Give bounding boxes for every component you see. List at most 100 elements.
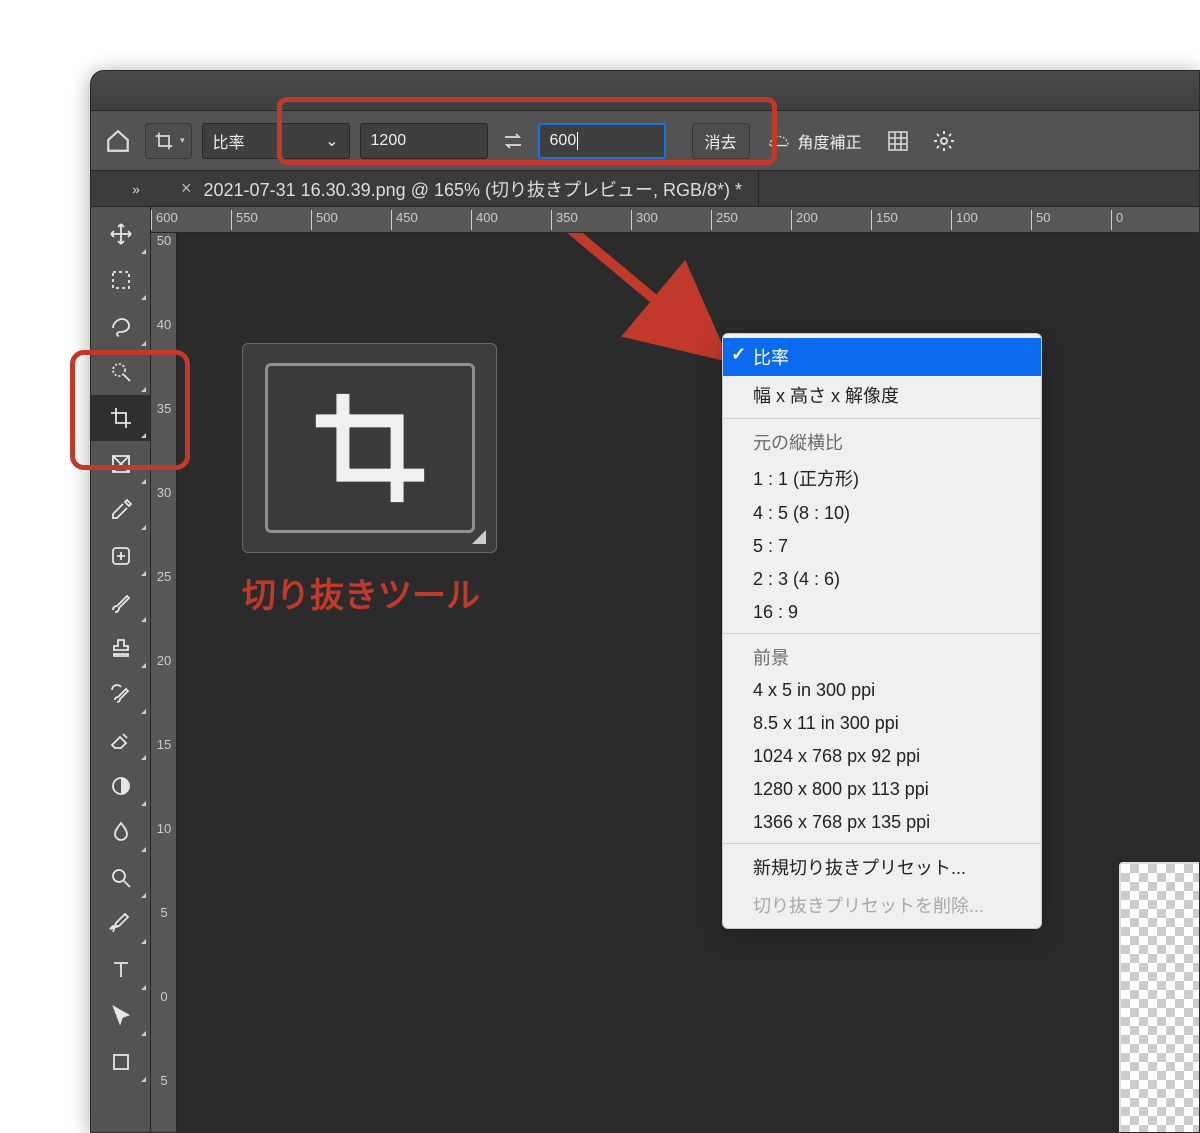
options-bar: ▾ 比率 ⌄ 1200 600 消去 角度補正 [91, 111, 1199, 171]
flyout-indicator-icon [141, 801, 146, 806]
ruler-tick: 10 [153, 821, 175, 836]
flyout-indicator-icon [141, 295, 146, 300]
crop-height-input[interactable]: 600 [538, 123, 666, 159]
title-bar [91, 71, 1199, 111]
dropdown-option-whr[interactable]: 幅 x 高さ x 解像度 [723, 376, 1041, 414]
crop-ratio-select[interactable]: 比率 ⌄ [202, 123, 350, 159]
dropdown-size-option-2[interactable]: 1024 x 768 px 92 ppi [723, 740, 1041, 773]
gear-icon [932, 129, 956, 153]
ruler-tick: 100 [951, 210, 978, 230]
ruler-tick: 500 [311, 210, 338, 230]
eraser-icon [109, 728, 133, 752]
marquee-tool[interactable] [91, 257, 150, 303]
crop-settings-button[interactable] [926, 129, 962, 153]
flyout-indicator-icon [141, 755, 146, 760]
gradient-icon [109, 774, 133, 798]
eraser-tool[interactable] [91, 717, 150, 763]
text-cursor [577, 132, 578, 150]
ruler-tick: 5 [153, 1073, 175, 1088]
check-icon: ✓ [731, 344, 746, 365]
gradient-tool[interactable] [91, 763, 150, 809]
dropdown-size-option-3[interactable]: 1280 x 800 px 113 ppi [723, 773, 1041, 806]
crop-ratio-label: 比率 [213, 129, 245, 153]
ruler-tick: 35 [153, 401, 175, 416]
vertical-ruler: 504035302520151050510 [151, 233, 177, 1132]
dropdown-ratio-option-3[interactable]: 2 : 3 (4 : 6) [723, 563, 1041, 596]
canvas[interactable]: 切り抜きツール ✓ 比率 幅 x 高さ x 解像度 [177, 233, 1199, 1132]
ruler-tick: 200 [791, 210, 818, 230]
horizontal-ruler: 600550500450400350300250200150100500 [151, 207, 1199, 233]
flyout-indicator-icon [141, 1031, 146, 1036]
home-button[interactable] [101, 124, 135, 158]
ruler-tick: 600 [151, 210, 178, 230]
ruler-tick: 50 [153, 233, 175, 248]
crop-tool[interactable] [91, 395, 150, 441]
eyedropper-tool[interactable] [91, 487, 150, 533]
dropdown-size-option-1[interactable]: 8.5 x 11 in 300 ppi [723, 707, 1041, 740]
workspace-area: 600550500450400350300250200150100500 504… [91, 207, 1199, 1132]
clear-button[interactable]: 消去 [692, 123, 750, 159]
frame-tool[interactable] [91, 441, 150, 487]
expand-panels-button[interactable]: » [101, 171, 171, 207]
lasso-tool[interactable] [91, 303, 150, 349]
straighten-icon [768, 132, 790, 150]
arrow-icon [109, 1004, 133, 1028]
dropdown-size-option-4[interactable]: 1366 x 768 px 135 ppi [723, 806, 1041, 839]
chevron-down-icon: ⌄ [325, 131, 338, 151]
flyout-indicator-icon [141, 663, 146, 668]
ruler-tick: 550 [231, 210, 258, 230]
text-icon [109, 958, 133, 982]
dropdown-size-option-0[interactable]: 4 x 5 in 300 ppi [723, 674, 1041, 707]
brush-tool[interactable] [91, 579, 150, 625]
overlay-grid-button[interactable] [880, 129, 916, 153]
swap-dimensions-button[interactable] [498, 131, 528, 151]
crop-width-input[interactable]: 1200 [360, 123, 488, 159]
histbrush-icon [109, 682, 133, 706]
tool-preset-picker[interactable]: ▾ [145, 123, 192, 159]
flyout-indicator-icon [141, 985, 146, 990]
document-tab-bar: » × 2021-07-31 16.30.39.png @ 165% (切り抜き… [91, 171, 1199, 207]
blur-tool[interactable] [91, 809, 150, 855]
dropdown-ratio-option-1[interactable]: 4 : 5 (8 : 10) [723, 497, 1041, 530]
pen-icon [109, 912, 133, 936]
dropdown-option-ratio[interactable]: ✓ 比率 [723, 338, 1041, 376]
stamp-tool[interactable] [91, 625, 150, 671]
dropdown-ratio-option-4[interactable]: 16 : 9 [723, 596, 1041, 629]
pen-tool[interactable] [91, 901, 150, 947]
ruler-tick: 50 [1031, 210, 1050, 230]
text-tool[interactable] [91, 947, 150, 993]
marquee-icon [109, 268, 133, 292]
ruler-tick: 20 [153, 653, 175, 668]
path-selection-tool[interactable] [91, 993, 150, 1039]
document-tab[interactable]: × 2021-07-31 16.30.39.png @ 165% (切り抜きプレ… [171, 171, 759, 206]
healing-tool[interactable] [91, 533, 150, 579]
ruler-tick: 0 [153, 989, 175, 1004]
flyout-indicator-icon [472, 530, 486, 544]
close-tab-button[interactable]: × [181, 178, 192, 199]
dodge-icon [109, 866, 133, 890]
quicksel-icon [109, 360, 133, 384]
crop-icon [154, 131, 174, 151]
shape-tool[interactable] [91, 1039, 150, 1085]
ruler-tick: 450 [391, 210, 418, 230]
quick-selection-tool[interactable] [91, 349, 150, 395]
crop-icon [305, 383, 435, 513]
crop-tool-illustration [242, 343, 497, 553]
straighten-button[interactable]: 角度補正 [760, 129, 870, 153]
dropdown-new-preset[interactable]: 新規切り抜きプリセット... [723, 848, 1041, 886]
flyout-indicator-icon [141, 1077, 146, 1082]
heal-icon [109, 544, 133, 568]
canvas-workspace: 600550500450400350300250200150100500 504… [151, 207, 1199, 1132]
dodge-tool[interactable] [91, 855, 150, 901]
ruler-tick: 25 [153, 569, 175, 584]
flyout-indicator-icon [141, 479, 146, 484]
stamp-icon [109, 636, 133, 660]
move-tool[interactable] [91, 211, 150, 257]
flyout-indicator-icon [141, 525, 146, 530]
dropdown-ratio-option-0[interactable]: 1 : 1 (正方形) [723, 459, 1041, 497]
flyout-indicator-icon [141, 617, 146, 622]
dropdown-ratio-option-2[interactable]: 5 : 7 [723, 530, 1041, 563]
ruler-tick: 5 [153, 905, 175, 920]
flyout-indicator-icon [141, 847, 146, 852]
history-brush-tool[interactable] [91, 671, 150, 717]
